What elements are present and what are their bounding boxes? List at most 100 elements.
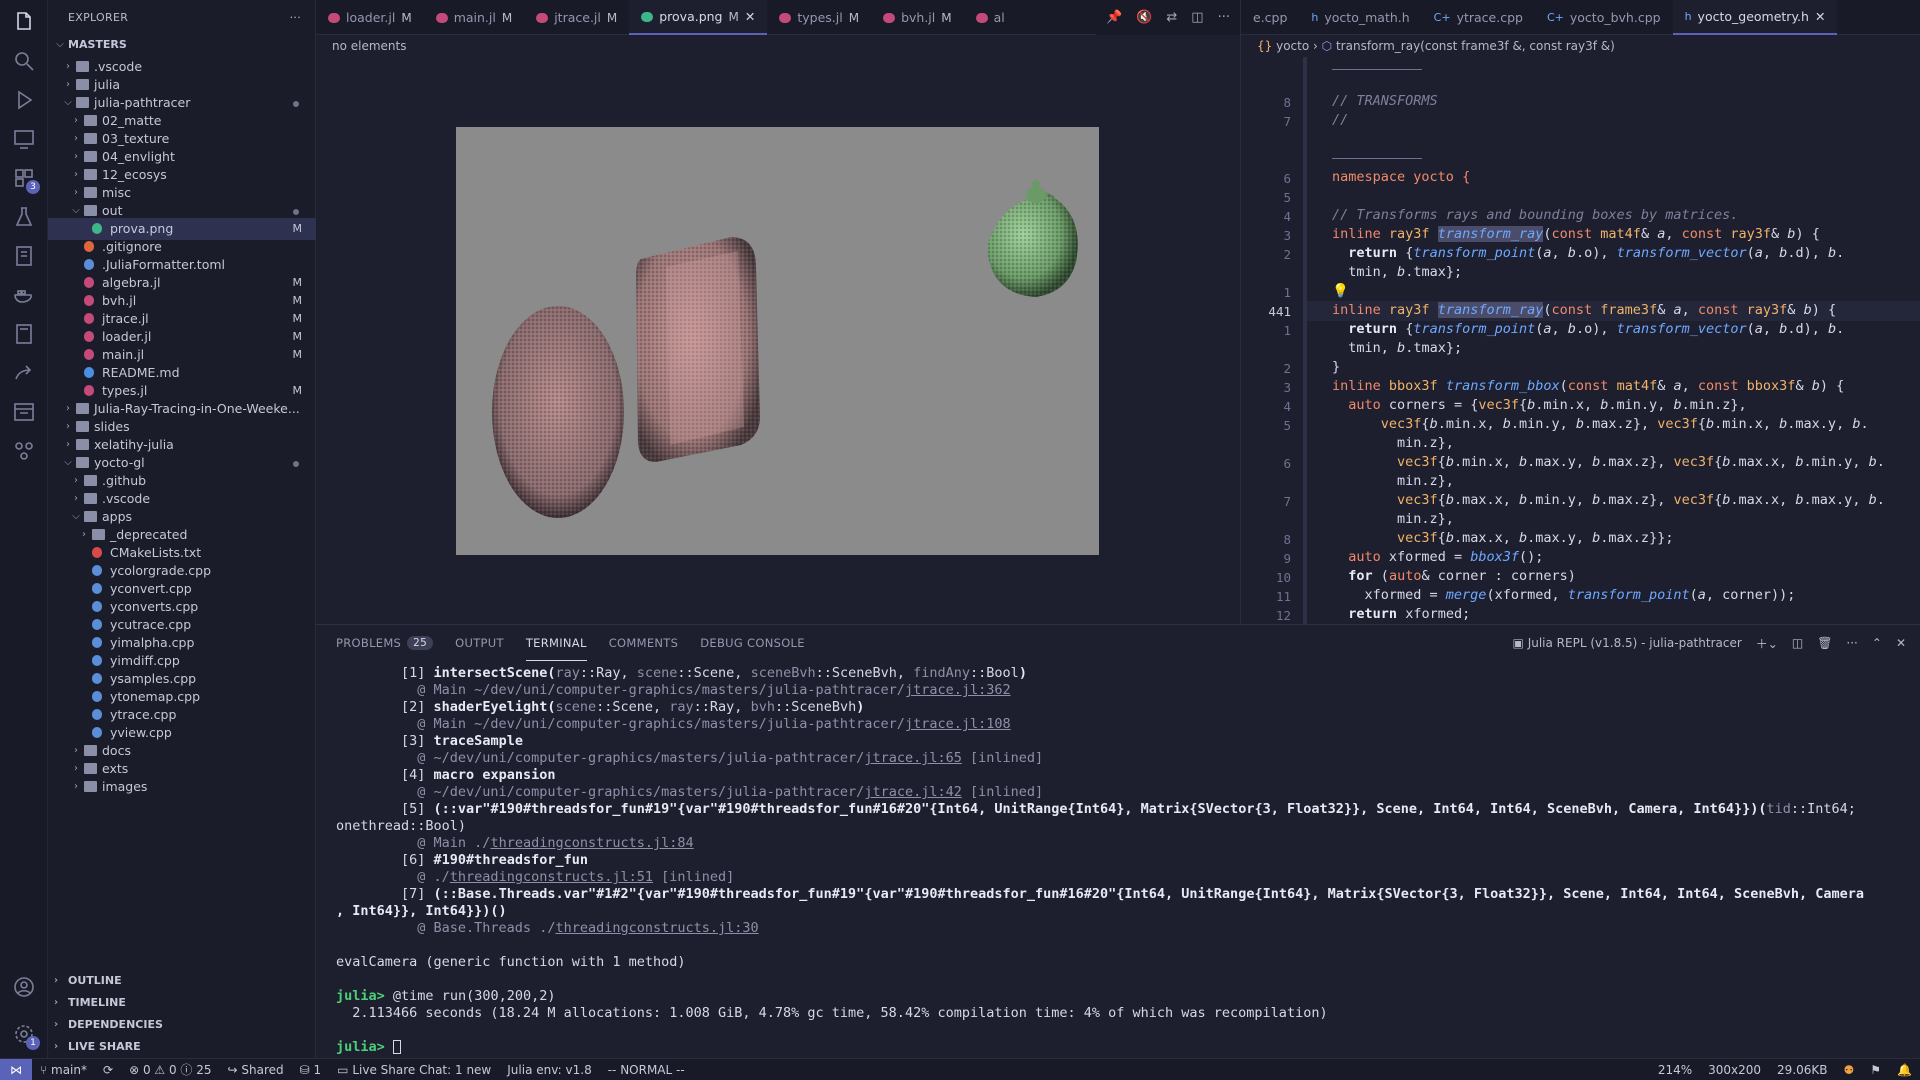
image-preview-area xyxy=(316,57,1240,624)
file-icon xyxy=(92,619,102,630)
testing-icon[interactable] xyxy=(12,205,36,229)
maximize-panel-icon[interactable]: ⌃ xyxy=(1872,636,1882,650)
editor-tab[interactable]: main.jl M xyxy=(424,0,525,35)
problems-indicator[interactable]: ⊗ 0 ⚠ 0 ⓘ 25 xyxy=(121,1059,219,1080)
file-icon xyxy=(92,637,102,648)
split-terminal-icon[interactable]: ◫ xyxy=(1792,636,1803,650)
kill-terminal-icon[interactable]: 🗑 xyxy=(1817,636,1832,650)
copilot-icon[interactable]: ⚉ xyxy=(1836,1059,1863,1080)
file-icon xyxy=(92,223,102,234)
section-outline[interactable]: › OUTLINE xyxy=(48,970,316,992)
editor-tab[interactable]: C+ ytrace.cpp xyxy=(1422,0,1535,35)
editor-tab[interactable]: prova.png M ✕ xyxy=(629,0,768,35)
folder-icon xyxy=(76,403,89,414)
gutter-divider xyxy=(1303,57,1307,624)
branch-name: main* xyxy=(51,1062,87,1077)
julia-env[interactable]: Julia env: v1.8 xyxy=(499,1059,599,1080)
mute-icon[interactable]: 🔇 xyxy=(1136,10,1152,25)
folder-icon xyxy=(76,439,89,450)
run-debug-icon[interactable] xyxy=(12,88,36,112)
tab-output[interactable]: OUTPUT xyxy=(455,625,504,661)
ports-indicator[interactable]: ⛁ 1 xyxy=(292,1059,330,1080)
close-icon[interactable]: ✕ xyxy=(745,9,755,24)
live-share-chat[interactable]: ▭ Live Share Chat: 1 new xyxy=(329,1059,499,1080)
new-terminal-icon[interactable]: ＋⌄ xyxy=(1756,635,1778,652)
chevron-right-icon: › xyxy=(54,975,59,986)
more-actions-icon[interactable]: ··· xyxy=(290,11,301,24)
section-dependencies[interactable]: › DEPENDENCIES xyxy=(48,1014,316,1036)
editor-tab[interactable]: types.jl M xyxy=(767,0,871,35)
editor-tab[interactable]: C+ yocto_bvh.cpp xyxy=(1535,0,1673,35)
editor-tab[interactable]: jtrace.jl M xyxy=(524,0,629,35)
editor-tab[interactable]: bvh.jl M xyxy=(871,0,964,35)
tab-problems[interactable]: PROBLEMS 25 xyxy=(336,625,434,661)
tree-root[interactable]: ⌵ MASTERS xyxy=(48,34,316,56)
chat-icon: ▭ xyxy=(337,1062,353,1077)
close-panel-icon[interactable]: ✕ xyxy=(1896,636,1906,650)
section-live-share[interactable]: › LIVE SHARE xyxy=(48,1036,316,1058)
source-control-graph-icon[interactable] xyxy=(12,439,36,463)
breadcrumb-separator-icon: › xyxy=(1313,39,1322,53)
breadcrumb: no elements xyxy=(332,39,407,53)
terminal-output[interactable]: [1] intersectScene(ray::Ray, scene::Scen… xyxy=(336,665,1866,1056)
header-file-icon: h xyxy=(1684,10,1692,23)
compare-icon[interactable]: ⇄ xyxy=(1166,10,1177,25)
editor-tab[interactable]: h yocto_geometry.h ✕ xyxy=(1672,0,1838,35)
terminal-selector[interactable]: ▣ Julia REPL (v1.8.5) - julia-pathtracer xyxy=(1513,636,1742,650)
live-share-icon[interactable] xyxy=(12,361,36,385)
folder-icon xyxy=(92,529,105,540)
file-icon xyxy=(84,241,94,252)
timeline-icon[interactable] xyxy=(12,400,36,424)
explorer-icon[interactable] xyxy=(12,10,36,34)
tab-debug-console[interactable]: DEBUG CONSOLE xyxy=(700,625,805,661)
julia-icon[interactable] xyxy=(12,244,36,268)
more-icon[interactable]: ··· xyxy=(1218,10,1230,25)
separator-line xyxy=(1332,158,1422,159)
docker-icon[interactable] xyxy=(12,283,36,307)
account-icon[interactable] xyxy=(12,975,36,999)
tree-folder[interactable]: › images xyxy=(48,776,316,798)
editor-tab[interactable]: loader.jl M xyxy=(316,0,424,35)
folder-icon xyxy=(84,205,97,216)
modified-indicator: M xyxy=(848,10,860,25)
live-share-status[interactable]: ↪ Shared xyxy=(220,1059,292,1080)
feedback-icon[interactable]: ⚑ xyxy=(1862,1059,1889,1080)
extensions-icon[interactable]: 3 xyxy=(12,166,40,194)
terminal-icon: ▣ xyxy=(1512,636,1528,650)
split-editor-icon[interactable]: ◫ xyxy=(1191,10,1203,25)
folder-icon xyxy=(84,187,97,198)
editor-tab[interactable]: al xyxy=(964,0,1017,35)
branch-indicator[interactable]: ⑂ main* xyxy=(32,1059,95,1080)
file-icon xyxy=(92,673,102,684)
search-icon[interactable] xyxy=(12,49,36,73)
tab-terminal[interactable]: TERMINAL xyxy=(525,625,587,661)
pin-icon[interactable]: 📌 xyxy=(1106,10,1122,25)
code-editor[interactable]: 8// TRANSFORMS 7// 6 namespace yocto { 5 … xyxy=(1240,57,1920,624)
tab-label: loader.jl xyxy=(346,10,396,25)
remote-explorer-icon[interactable] xyxy=(12,127,36,151)
notifications-icon[interactable]: 🔔 xyxy=(1889,1059,1920,1080)
breadcrumb-namespace[interactable]: yocto xyxy=(1276,39,1309,53)
close-icon[interactable]: ✕ xyxy=(1815,9,1825,24)
panel-more-icon[interactable]: ··· xyxy=(1846,636,1857,650)
folder-icon xyxy=(76,421,89,432)
file-icon xyxy=(435,12,448,23)
notebook-icon[interactable] xyxy=(12,322,36,346)
editor-actions: 📌 🔇 ⇄ ◫ ··· xyxy=(1096,0,1240,35)
sync-icon[interactable]: ⟳ xyxy=(95,1059,121,1080)
section-timeline[interactable]: › TIMELINE xyxy=(48,992,316,1014)
file-icon xyxy=(84,313,94,324)
remote-indicator-icon[interactable]: ⋈ xyxy=(0,1058,32,1080)
tree-item-label: images xyxy=(102,779,148,794)
namespace-icon: {} xyxy=(1257,39,1273,53)
render-scene xyxy=(492,180,1078,518)
zoom-level[interactable]: 214% xyxy=(1650,1059,1700,1080)
editor-tab[interactable]: e.cpp xyxy=(1241,0,1299,35)
tab-problems-label: PROBLEMS xyxy=(336,636,402,650)
tab-comments[interactable]: COMMENTS xyxy=(609,625,679,661)
file-icon xyxy=(536,12,549,23)
breadcrumb-function[interactable]: transform_ray(const frame3f &, const ray… xyxy=(1336,39,1615,53)
sidebar-title: EXPLORER xyxy=(68,10,129,24)
settings-gear-icon[interactable]: 1 xyxy=(12,1022,40,1050)
editor-tab[interactable]: h yocto_math.h xyxy=(1299,0,1421,35)
